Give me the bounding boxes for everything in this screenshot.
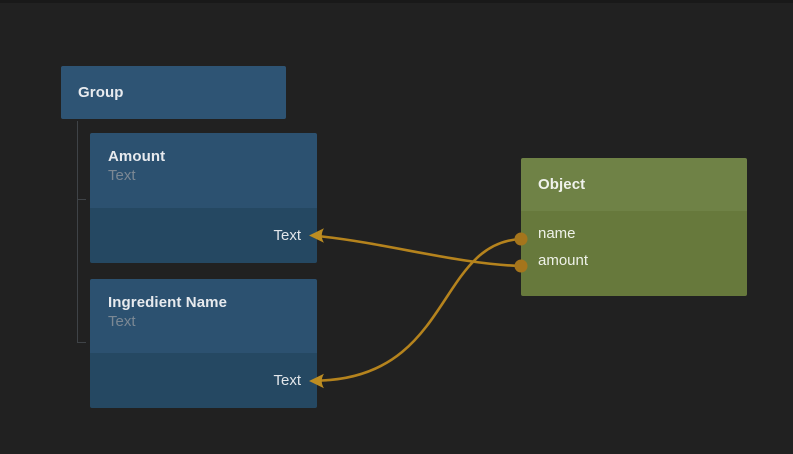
amount-node-type: Text xyxy=(108,167,301,184)
wire-name-to-ingredient-text[interactable] xyxy=(322,239,521,381)
amount-text-input-row[interactable]: Text xyxy=(90,208,317,263)
object-node-header: Object xyxy=(521,158,747,211)
amount-node-header: Amount Text xyxy=(90,133,317,208)
ingredient-node-type: Text xyxy=(108,313,301,330)
object-port-amount-label: amount xyxy=(538,252,588,269)
amount-node-title: Amount xyxy=(108,148,301,165)
ingredient-node-title: Ingredient Name xyxy=(108,294,301,311)
object-port-name-label: name xyxy=(538,225,576,242)
object-port-name[interactable]: name xyxy=(521,220,747,247)
node-group[interactable]: Group xyxy=(61,66,286,119)
object-node-title: Object xyxy=(538,176,585,193)
amount-text-input-label: Text xyxy=(273,227,301,244)
object-port-amount[interactable]: amount xyxy=(521,247,747,274)
ingredient-text-input-row[interactable]: Text xyxy=(90,353,317,408)
node-object[interactable]: Object name amount xyxy=(521,158,747,296)
node-ingredient-name[interactable]: Ingredient Name Text Text xyxy=(90,279,317,408)
node-editor-canvas: Group Amount Text Text Ingredient Name T… xyxy=(0,0,793,451)
object-node-body: name amount xyxy=(521,211,747,296)
wire-amount-to-amount-text[interactable] xyxy=(322,237,521,267)
tree-connector-tick-ingredient xyxy=(77,342,86,343)
tree-connector-tick-amount xyxy=(77,199,86,200)
ingredient-text-input-label: Text xyxy=(273,372,301,389)
node-amount[interactable]: Amount Text Text xyxy=(90,133,317,263)
tree-connector-trunk xyxy=(77,121,78,343)
group-node-title: Group xyxy=(78,84,124,101)
ingredient-node-header: Ingredient Name Text xyxy=(90,279,317,353)
